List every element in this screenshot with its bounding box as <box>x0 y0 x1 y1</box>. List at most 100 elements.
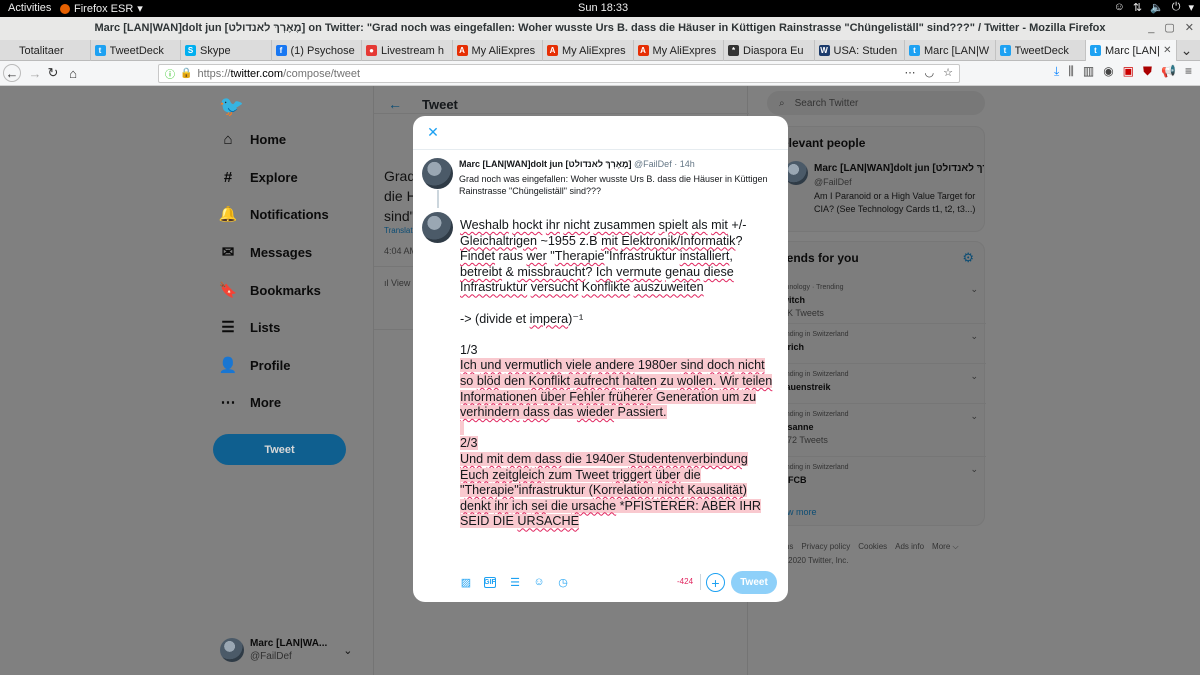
url-bar[interactable]: ⓘ 🔒 https:// twitter.com /compose/tweet … <box>158 64 960 83</box>
submit-tweet-button[interactable]: Tweet <box>731 571 777 594</box>
chevron-down-icon[interactable]: ⌄ <box>970 331 978 342</box>
page-actions-icon[interactable]: ⋯ <box>905 66 916 79</box>
tab-label: My AliExpres <box>471 44 536 57</box>
trend-item[interactable]: chnology · Trending witch 7K Tweets ⌄ <box>782 284 978 318</box>
browser-tab[interactable]: ● Livestream h <box>362 40 453 61</box>
sidebar-item-bookmarks[interactable]: 🔖 Bookmarks <box>219 282 321 299</box>
sidebar-item-profile[interactable]: 👤 Profile <box>219 357 291 374</box>
footer-link[interactable]: More ⌵ <box>932 542 959 552</box>
trend-item[interactable]: ending in Switzerland usanne 072 Tweets ⌄ <box>782 411 978 445</box>
browser-tab[interactable]: t TweetDeck <box>91 40 181 61</box>
twitter-bird-icon[interactable]: 🐦 <box>219 94 244 119</box>
add-tweet-button[interactable]: + <box>706 573 725 592</box>
emoji-icon[interactable]: ☺ <box>532 575 546 589</box>
sidebar-item-label: Lists <box>250 319 281 335</box>
account-switcher[interactable]: Marc [LAN|WA... @FailDef ⌄ <box>220 637 352 663</box>
forward-button[interactable]: → <box>26 64 44 82</box>
network-icon: ⇅ <box>1132 2 1143 14</box>
trend-item[interactable]: ending in Switzerland ürich ⌄ <box>782 331 978 352</box>
back-button[interactable]: ← <box>3 64 21 82</box>
maximize-icon[interactable]: ▢ <box>1164 17 1174 40</box>
copyright-text: 2020 Twitter, Inc. <box>788 556 849 565</box>
system-tray[interactable]: ☺ ⇅ 🔈 ⏻ ▾ <box>1114 1 1194 14</box>
library-icon[interactable]: ⫼ <box>1068 64 1074 79</box>
back-arrow-icon[interactable]: ← <box>388 96 402 112</box>
sidebar-item-label: Home <box>250 131 287 147</box>
search-box[interactable]: ⌕ Search Twitter <box>767 91 985 115</box>
chevron-down-icon[interactable]: ⌄ <box>970 371 978 382</box>
browser-tab[interactable]: A My AliExpres <box>543 40 634 61</box>
compose-tweet-modal: ✕ Marc [LAN|WAN]dolt jun [מֶאֶרְךּ לאנדו… <box>413 116 788 602</box>
account-icon[interactable]: ◉ <box>1103 64 1113 79</box>
tweet-compose-textarea[interactable]: Weshalb hockt ihr nicht zusammen spielt … <box>460 218 775 530</box>
hamburger-menu-icon[interactable]: ≡ <box>1185 64 1192 79</box>
sidebar-icon[interactable]: ▥ <box>1083 64 1094 79</box>
person-name[interactable]: Marc [LAN|WAN]dolt jun [מֶאֶרְךּ לאנדולט <box>814 163 984 174</box>
activities-button[interactable]: Activities <box>8 2 51 14</box>
sidebar-item-lists[interactable]: ☰ Lists <box>220 319 281 336</box>
close-tab-icon[interactable]: ✕ <box>1163 45 1171 56</box>
search-placeholder: Search Twitter <box>794 97 859 109</box>
chevron-down-icon[interactable]: ⌄ <box>970 464 978 475</box>
poll-icon[interactable]: ☰ <box>508 575 522 589</box>
image-icon[interactable]: ▨ <box>459 575 473 589</box>
browser-tab[interactable]: A My AliExpres <box>634 40 724 61</box>
divider <box>768 363 986 364</box>
gif-icon[interactable]: GIF <box>484 577 496 588</box>
sidebar-tweet-button[interactable]: Tweet <box>213 434 346 465</box>
close-icon[interactable]: ✕ <box>425 124 441 140</box>
pocket-icon[interactable]: ◡ <box>925 66 935 79</box>
avatar <box>422 158 453 189</box>
minimize-icon[interactable]: _ <box>1148 17 1154 40</box>
messages-icon: ✉ <box>221 244 235 261</box>
navigation-toolbar: ← → ↻ ⌂ ⓘ 🔒 https:// twitter.com /compos… <box>0 61 1200 86</box>
home-button[interactable]: ⌂ <box>64 64 82 82</box>
gear-icon[interactable]: ⚙ <box>962 250 974 266</box>
footer-link[interactable]: Cookies <box>858 542 887 552</box>
browser-tab[interactable]: S Skype <box>181 40 272 61</box>
ublock-icon[interactable]: ⛊ <box>1143 64 1152 79</box>
browser-tab[interactable]: A My AliExpres <box>453 40 543 61</box>
person-handle: @FailDef <box>814 177 852 187</box>
trend-item[interactable]: ending in Switzerland rauenstreik ⌄ <box>782 371 978 392</box>
view-activity-link[interactable]: ıl View <box>384 278 410 288</box>
chevron-down-icon[interactable]: ⌄ <box>970 411 978 422</box>
browser-tab[interactable]: W USA: Studen <box>815 40 905 61</box>
browser-tab[interactable]: Totalitaer <box>0 40 91 61</box>
chevron-down-icon[interactable]: ⌄ <box>970 284 978 295</box>
sidebar-item-home[interactable]: ⌂ Home <box>220 131 287 148</box>
schedule-icon[interactable]: ◷ <box>556 575 570 589</box>
volume-icon: 🔈 <box>1150 2 1164 14</box>
megaphone-icon[interactable]: 📢 <box>1161 64 1176 79</box>
extension-icon[interactable]: ▣ <box>1123 64 1134 79</box>
close-window-icon[interactable]: ✕ <box>1185 17 1194 40</box>
sidebar-item-messages[interactable]: ✉ Messages <box>220 244 312 261</box>
compose-paragraph: Weshalb hockt ihr nicht zusammen spielt … <box>460 218 747 295</box>
browser-tab[interactable]: t Marc [LAN|W ✕ <box>1086 40 1177 61</box>
browser-tab[interactable]: * Diaspora Eu <box>724 40 815 61</box>
download-icon[interactable]: ⤓ <box>1054 64 1059 79</box>
tab-label: Marc [LAN|W <box>1105 44 1159 57</box>
tab-label: My AliExpres <box>562 44 626 57</box>
browser-tab[interactable]: t Marc [LAN|W <box>905 40 996 61</box>
footer-link[interactable]: Privacy policy <box>801 542 850 552</box>
sidebar-item-explore[interactable]: # Explore <box>220 169 298 186</box>
browser-tab[interactable]: t TweetDeck <box>996 40 1086 61</box>
caret-down-icon: ▾ <box>137 3 143 15</box>
sidebar-item-notifications[interactable]: 🔔 Notifications <box>219 206 329 223</box>
clock[interactable]: Sun 18:33 <box>578 2 628 14</box>
footer-link[interactable]: Ads info <box>895 542 924 552</box>
info-icon[interactable]: ⓘ <box>165 66 175 81</box>
app-menu[interactable]: Firefox ESR ▾ <box>60 2 143 15</box>
tab-favicon-icon: A <box>456 45 468 56</box>
divider <box>413 149 788 150</box>
trend-name: rauenstreik <box>782 382 831 392</box>
sidebar-item-label: More <box>250 394 282 410</box>
reload-button[interactable]: ↻ <box>44 64 62 82</box>
trend-item[interactable]: ending in Switzerland SFCB ⌄ <box>782 464 978 485</box>
bookmark-star-icon[interactable]: ☆ <box>943 66 953 79</box>
translate-link[interactable]: Translat <box>384 226 413 235</box>
tab-overflow-icon[interactable]: ⌄ <box>1177 40 1197 60</box>
sidebar-item-more[interactable]: ⋯ More <box>220 394 282 411</box>
browser-tab[interactable]: f (1) Psychose <box>272 40 362 61</box>
